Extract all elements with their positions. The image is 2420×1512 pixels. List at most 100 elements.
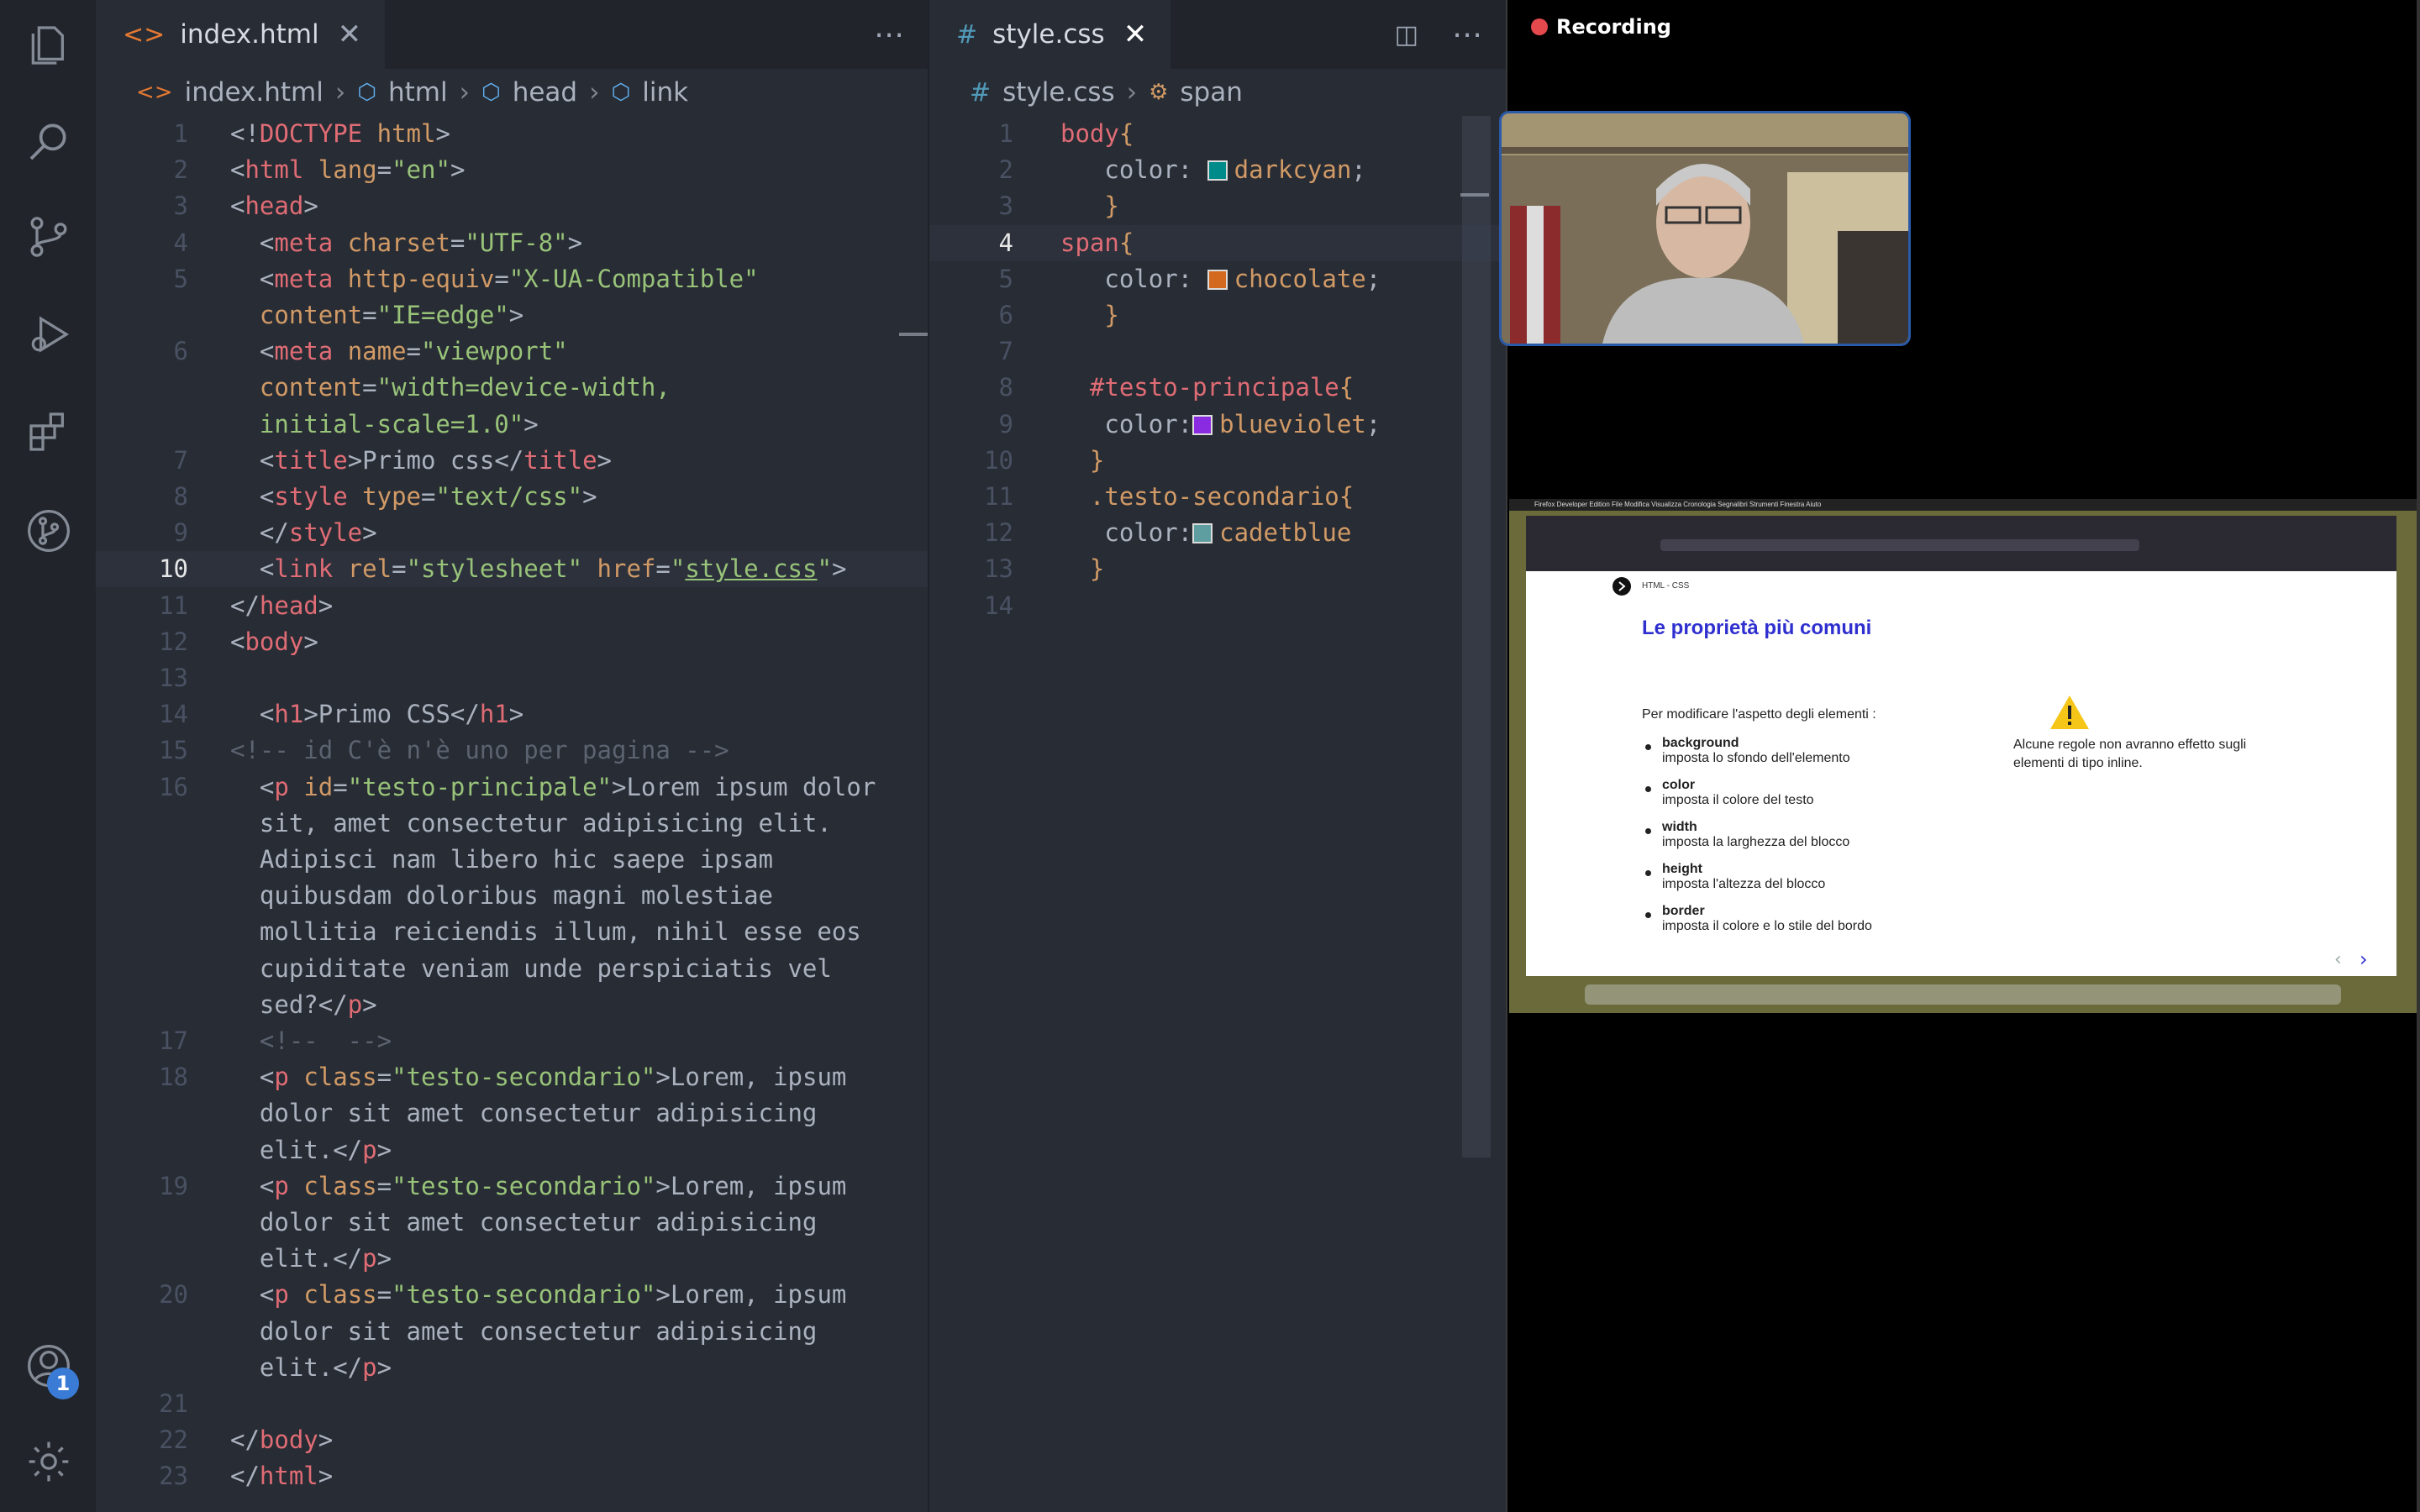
line-number: 14 [159, 700, 188, 729]
code-text: content="width=device-width, [259, 373, 671, 402]
code-line[interactable]: 5 <meta http-equiv="X-UA-Compatible" [96, 261, 928, 297]
breadcrumb-item[interactable]: html [388, 77, 448, 108]
code-text: #testo-principale{ [1089, 373, 1355, 402]
code-line[interactable]: 19 <p class="testo-secondario">Lorem, ip… [96, 1168, 928, 1205]
code-line[interactable]: dolor sit amet consectetur adipisicing [96, 1205, 928, 1241]
activity-bar: 1 [0, 0, 96, 1512]
code-line[interactable]: 11 .testo-secondario{ [929, 479, 1506, 515]
code-line[interactable]: 9 color: blueviolet; [929, 407, 1506, 443]
line-number: 18 [159, 1063, 188, 1092]
code-line[interactable]: 16 <p id="testo-principale">Lorem ipsum … [96, 769, 928, 806]
split-editor-icon[interactable]: ◫ [1395, 20, 1418, 50]
source-control-icon[interactable] [25, 213, 72, 260]
code-line[interactable]: 21 [96, 1386, 928, 1422]
code-line[interactable]: 3 } [929, 188, 1506, 224]
code-line[interactable]: 12 color: cadetblue [929, 515, 1506, 551]
slide-intro: Per modificare l'aspetto degli elementi … [1642, 707, 1876, 722]
next-slide-icon[interactable]: › [2360, 948, 2368, 971]
code-line[interactable]: quibusdam doloribus magni molestiae [96, 878, 928, 914]
bullet-icon [1645, 744, 1651, 750]
code-line[interactable]: 20 <p class="testo-secondario">Lorem, ip… [96, 1277, 928, 1313]
scrollbar-marker [899, 333, 928, 336]
git-graph-icon[interactable] [25, 507, 72, 554]
code-text: color: darkcyan; [1060, 155, 1366, 185]
code-line[interactable]: elit.</p> [96, 1350, 928, 1386]
search-icon[interactable] [25, 118, 72, 165]
window-edge [2417, 0, 2420, 1512]
settings-gear-icon[interactable] [25, 1438, 72, 1485]
explorer-icon[interactable] [25, 22, 72, 69]
code-line[interactable]: 8 <style type="text/css"> [96, 479, 928, 515]
breadcrumb-item[interactable]: link [642, 77, 688, 108]
code-line[interactable]: elit.</p> [96, 1132, 928, 1168]
line-number: 6 [998, 301, 1013, 329]
code-editor-html[interactable]: 1 <!DOCTYPE html> 2 <html lang="en"> 3 <head>… [96, 116, 928, 1512]
code-line[interactable]: sed?</p> [96, 987, 928, 1023]
scrollbar-thumb[interactable] [1462, 116, 1491, 1158]
code-line[interactable]: dolor sit amet consectetur adipisicing [96, 1095, 928, 1131]
code-line[interactable]: sit, amet consectetur adipisicing elit. [96, 806, 928, 842]
code-line[interactable]: 10 } [929, 443, 1506, 479]
code-line[interactable]: 5 color: chocolate; [929, 261, 1506, 297]
code-line[interactable]: cupiditate veniam unde perspiciatis vel [96, 951, 928, 987]
slide-tag: HTML - CSS [1642, 581, 1690, 591]
more-actions-icon[interactable]: ⋯ [1452, 18, 1482, 52]
code-line[interactable]: 7 [929, 333, 1506, 370]
close-tab-icon[interactable]: ✕ [1123, 18, 1148, 51]
tab-index-html[interactable]: <> index.html ✕ [96, 0, 386, 69]
code-line[interactable]: mollitia reiciendis illum, nihil esse eo… [96, 914, 928, 950]
tab-style-css[interactable]: # style.css ✕ [929, 0, 1171, 69]
code-line[interactable]: 10 <link rel="stylesheet" href="style.cs… [96, 551, 928, 588]
code-line[interactable]: 3 <head> [96, 188, 928, 224]
breadcrumb-item[interactable]: style.css [1002, 77, 1115, 108]
code-line[interactable]: 22 </body> [96, 1422, 928, 1458]
code-line[interactable]: initial-scale=1.0"> [96, 407, 928, 443]
code-line[interactable]: 2 <html lang="en"> [96, 152, 928, 188]
code-line[interactable]: 11 </head> [96, 588, 928, 624]
breadcrumb-item[interactable]: head [513, 77, 577, 108]
breadcrumb-item[interactable]: span [1180, 77, 1242, 108]
code-text: content="IE=edge"> [259, 301, 524, 329]
more-actions-icon[interactable]: ⋯ [874, 18, 904, 52]
line-number: 17 [159, 1026, 188, 1055]
code-line[interactable]: 15 <!-- id C'è n'è uno per pagina --> [96, 732, 928, 769]
code-line[interactable]: 17 <!-- --> [96, 1023, 928, 1059]
extensions-icon[interactable] [25, 408, 72, 455]
chevron-right-icon: › [334, 77, 346, 108]
code-text: </style> [259, 518, 377, 548]
code-line[interactable]: 1 <!DOCTYPE html> [96, 116, 928, 152]
prev-slide-icon[interactable]: ‹ [2334, 949, 2342, 970]
code-line[interactable]: 13 [96, 660, 928, 696]
code-line[interactable]: 4 span{ [929, 224, 1506, 261]
code-text: color: cadetblue [1060, 518, 1352, 548]
run-debug-icon[interactable] [25, 311, 72, 358]
code-line[interactable]: 13 } [929, 551, 1506, 587]
code-line[interactable]: dolor sit amet consectetur adipisicing [96, 1314, 928, 1350]
code-line[interactable]: content="IE=edge"> [96, 297, 928, 333]
line-number: 19 [159, 1171, 188, 1200]
code-line[interactable]: 14 <h1>Primo CSS</h1> [96, 696, 928, 732]
code-line[interactable]: 6 } [929, 297, 1506, 333]
code-line[interactable]: 14 [929, 588, 1506, 624]
line-number: 22 [159, 1425, 188, 1455]
code-line[interactable]: 23 </html> [96, 1458, 928, 1494]
code-line[interactable]: elit.</p> [96, 1241, 928, 1277]
code-line[interactable]: 4 <meta charset="UTF-8"> [96, 225, 928, 261]
code-line[interactable]: 12 <body> [96, 624, 928, 660]
code-line[interactable]: 9 </style> [96, 515, 928, 551]
code-line[interactable]: 8 #testo-principale{ [929, 370, 1506, 406]
code-line[interactable]: 18 <p class="testo-secondario">Lorem, ip… [96, 1059, 928, 1095]
breadcrumb-item[interactable]: index.html [185, 77, 324, 108]
code-line[interactable]: 6 <meta name="viewport" [96, 333, 928, 370]
code-line[interactable]: Adipisci nam libero hic saepe ipsam [96, 842, 928, 878]
code-editor-css[interactable]: 1 body{2 color: darkcyan; 3 } 4 span{5 color… [929, 116, 1506, 1512]
close-tab-icon[interactable]: ✕ [338, 18, 362, 51]
code-line[interactable]: 1 body{ [929, 116, 1506, 152]
code-line[interactable]: 2 color: darkcyan; [929, 152, 1506, 188]
code-text: initial-scale=1.0"> [259, 409, 539, 438]
line-number: 2 [173, 155, 188, 185]
code-line[interactable]: content="width=device-width, [96, 370, 928, 406]
code-line[interactable]: 7 <title>Primo css</title> [96, 443, 928, 479]
element-icon: ⬡ [357, 80, 376, 105]
line-number: 7 [998, 337, 1013, 366]
